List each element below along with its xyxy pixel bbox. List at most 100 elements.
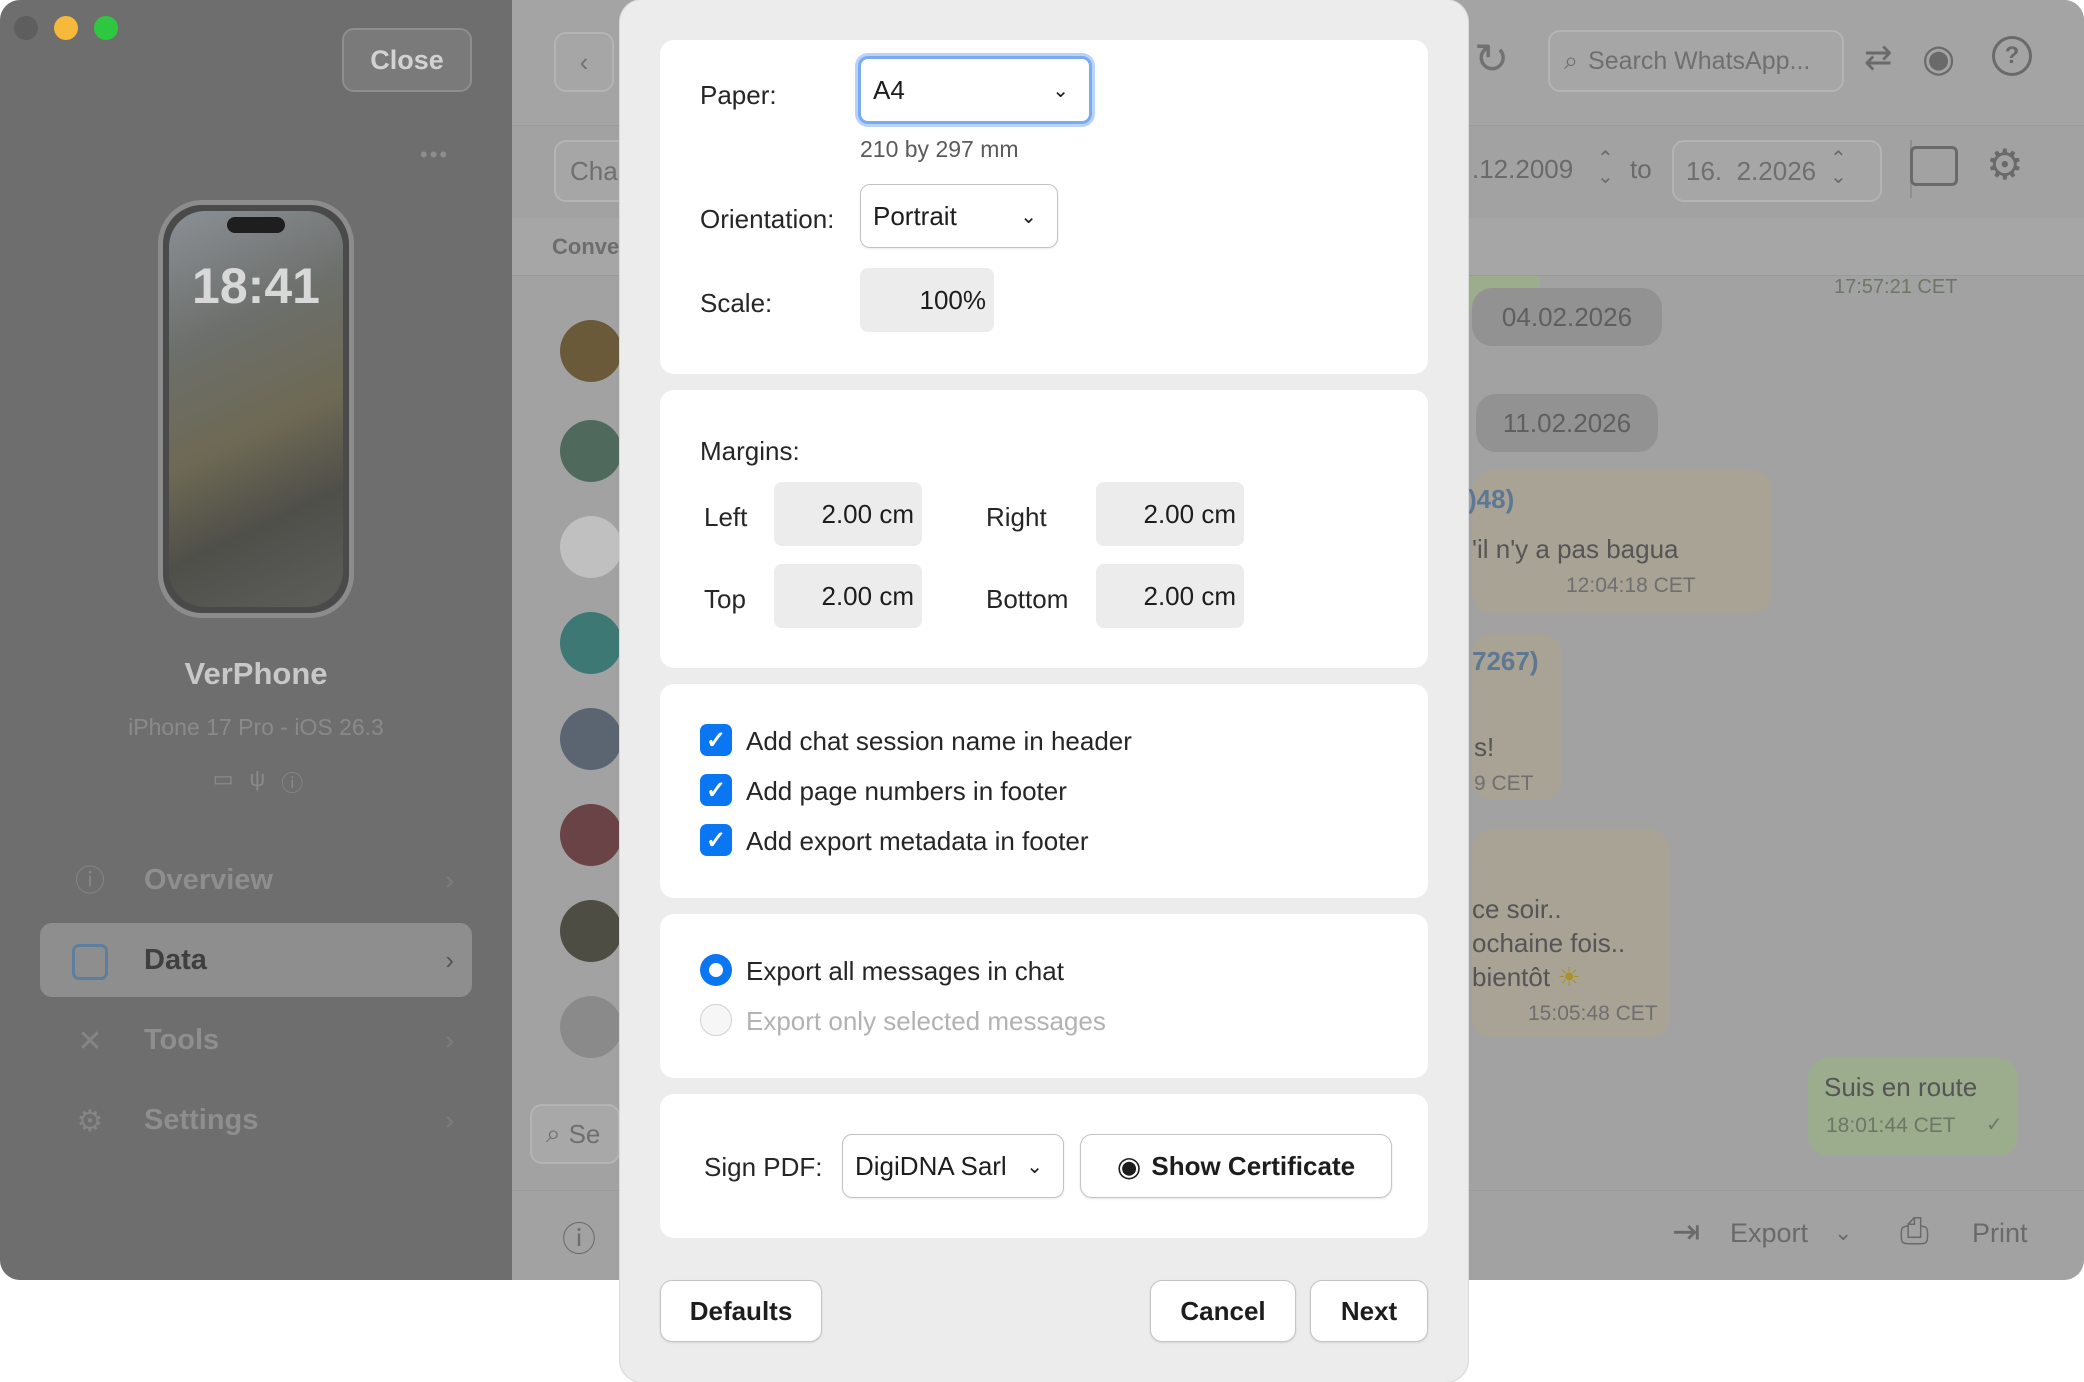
- date-to-stepper[interactable]: ⌃ ⌄: [1830, 149, 1847, 187]
- export-selected-radio: [700, 1004, 732, 1036]
- header-footer-panel: ✓ Add chat session name in header ✓ Add …: [660, 684, 1428, 898]
- window-zoom-light[interactable]: [94, 16, 118, 40]
- info-icon[interactable]: ⓘ: [281, 766, 303, 796]
- bottom-margin-label: Bottom: [986, 584, 1069, 614]
- date-chip: 11.02.2026: [1476, 394, 1658, 452]
- sidebar-item-tools[interactable]: ✕ Tools ›: [40, 1003, 472, 1077]
- sign-pdf-label: Sign PDF:: [704, 1152, 823, 1182]
- defaults-button[interactable]: Defaults: [660, 1280, 822, 1342]
- date-from-field[interactable]: .12.2009: [1472, 154, 1573, 185]
- sidebar-item-data[interactable]: Data ›: [40, 923, 472, 997]
- close-button[interactable]: Close: [342, 28, 472, 92]
- message-text: Suis en route: [1824, 1072, 1978, 1102]
- margins-label: Margins:: [700, 436, 800, 466]
- print-button[interactable]: Print: [1972, 1218, 2028, 1249]
- bottom-margin-field[interactable]: 2.00 cm: [1096, 564, 1244, 628]
- window-close-light[interactable]: [14, 16, 38, 40]
- page-setup-panel: Paper: A4 ⌄ 210 by 297 mm Orientation: P…: [660, 40, 1428, 374]
- avatar[interactable]: [560, 900, 622, 962]
- avatar[interactable]: [560, 320, 622, 382]
- search-input[interactable]: ⌕ Se: [530, 1104, 620, 1164]
- right-margin-field[interactable]: 2.00 cm: [1096, 482, 1244, 546]
- info-circle-icon: ⓘ: [75, 865, 105, 898]
- sidebar-item-label: Tools: [144, 1023, 220, 1056]
- date-to-field[interactable]: 16. 2.2026: [1672, 140, 1882, 202]
- message-text: bientôt ☀: [1472, 962, 1581, 992]
- device-image: 18:41: [158, 200, 354, 618]
- chevron-right-icon: ›: [445, 1104, 454, 1135]
- more-options-icon[interactable]: •••: [420, 142, 449, 168]
- top-margin-field[interactable]: 2.00 cm: [774, 564, 922, 628]
- info-icon[interactable]: ⓘ: [562, 1212, 596, 1261]
- export-metadata-footer-checkbox[interactable]: ✓: [700, 824, 732, 856]
- scale-field[interactable]: 100%: [860, 268, 994, 332]
- message-time: 15:05:48 CET: [1528, 1002, 1658, 1025]
- account-icon[interactable]: ◉: [1922, 36, 1955, 81]
- page-numbers-footer-checkbox[interactable]: ✓: [700, 774, 732, 806]
- checkbox-label: Add export metadata in footer: [746, 826, 1089, 856]
- chevron-down-icon: ⌄: [1052, 79, 1069, 102]
- refresh-icon[interactable]: ↻: [1474, 34, 1509, 83]
- margins-panel: Margins: Left 2.00 cm Right 2.00 cm Top …: [660, 390, 1428, 668]
- paper-select[interactable]: A4 ⌄: [858, 56, 1092, 124]
- message-time: 9 CET: [1474, 772, 1534, 795]
- export-button[interactable]: Export: [1730, 1218, 1808, 1249]
- avatar[interactable]: [560, 516, 622, 578]
- chevron-down-icon[interactable]: ⌄: [1834, 1220, 1852, 1246]
- left-margin-field[interactable]: 2.00 cm: [774, 482, 922, 546]
- usb-icon: ψ: [249, 766, 266, 791]
- checkbox-label: Add chat session name in header: [746, 726, 1132, 756]
- media-icon[interactable]: [1910, 146, 1958, 186]
- tools-icon: ✕: [77, 1025, 103, 1058]
- date-to-label: to: [1630, 154, 1652, 184]
- chevron-down-icon: ⌄: [1026, 1155, 1043, 1178]
- avatar[interactable]: [560, 708, 622, 770]
- chat-name-header-checkbox[interactable]: ✓: [700, 724, 732, 756]
- message-text: s!: [1474, 732, 1495, 762]
- gear-icon[interactable]: ⚙: [1986, 140, 2024, 189]
- avatar[interactable]: [560, 420, 622, 482]
- show-certificate-button[interactable]: ◉ Show Certificate: [1080, 1134, 1392, 1198]
- read-check-icon: ✓: [1986, 1114, 2003, 1136]
- battery-icon: ▭: [212, 766, 234, 791]
- scale-label: Scale:: [700, 288, 773, 318]
- chevron-right-icon: ›: [445, 944, 454, 975]
- cancel-button[interactable]: Cancel: [1150, 1280, 1296, 1342]
- conversations-header: Conve: [552, 234, 620, 259]
- phone-time: 18:41: [192, 258, 320, 314]
- printer-icon: ⎙: [1900, 1210, 1929, 1251]
- date-from-stepper[interactable]: ⌃ ⌄: [1597, 149, 1614, 187]
- avatar[interactable]: [560, 996, 622, 1058]
- back-button[interactable]: ‹: [554, 32, 614, 92]
- radio-label: Export only selected messages: [746, 1006, 1106, 1036]
- sign-pdf-select[interactable]: DigiDNA Sarl ⌄: [842, 1134, 1064, 1198]
- sign-pdf-panel: Sign PDF: DigiDNA Sarl ⌄ ◉ Show Certific…: [660, 1094, 1428, 1238]
- message-time: 18:01:44 CET: [1826, 1114, 1956, 1137]
- window-minimize-light[interactable]: [54, 16, 78, 40]
- chevron-right-icon: ›: [445, 1024, 454, 1055]
- gear-icon: ⚙: [76, 1105, 104, 1138]
- checkbox-label: Add page numbers in footer: [746, 776, 1067, 806]
- message-time: 17:57:21 CET: [1834, 276, 1958, 298]
- eye-icon: ◉: [1116, 1150, 1142, 1182]
- device-name: VerPhone: [184, 656, 328, 691]
- sidebar-item-label: Data: [144, 943, 207, 976]
- search-whatsapp-input[interactable]: ⌕ Search WhatsApp...: [1548, 30, 1844, 92]
- sidebar-item-overview[interactable]: ⓘ Overview ›: [40, 843, 472, 917]
- avatar[interactable]: [560, 804, 622, 866]
- square-icon: [70, 942, 110, 982]
- export-icon: ⇥: [1672, 1213, 1701, 1251]
- export-all-radio[interactable]: [700, 954, 732, 986]
- help-icon[interactable]: ?: [1992, 36, 2032, 76]
- orientation-select[interactable]: Portrait ⌄: [860, 184, 1058, 248]
- right-margin-label: Right: [986, 502, 1047, 532]
- search-icon: ⌕: [546, 1118, 561, 1148]
- date-chip: 04.02.2026: [1472, 288, 1662, 346]
- next-button[interactable]: Next: [1310, 1280, 1428, 1342]
- sidebar-item-settings[interactable]: ⚙ Settings ›: [40, 1083, 472, 1157]
- avatar[interactable]: [560, 612, 622, 674]
- swap-icon[interactable]: ⇄: [1864, 38, 1893, 78]
- message-text: ce soir..: [1472, 894, 1562, 924]
- sun-emoji-icon: ☀: [1557, 962, 1581, 992]
- message-time: 12:04:18 CET: [1566, 574, 1696, 597]
